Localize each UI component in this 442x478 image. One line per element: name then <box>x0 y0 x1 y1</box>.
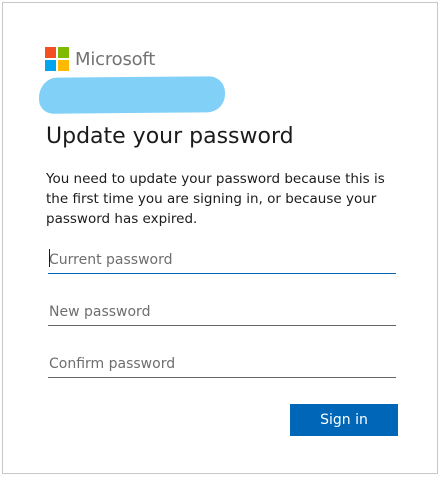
password-update-card: Microsoft Update your password You need … <box>2 2 438 474</box>
current-password-field[interactable] <box>48 246 396 274</box>
text-caret <box>49 249 50 267</box>
new-password-field[interactable] <box>48 298 396 326</box>
logo-square-red <box>45 47 56 58</box>
brand-name: Microsoft <box>75 48 156 70</box>
logo-square-green <box>58 47 69 58</box>
logo-square-yellow <box>58 60 69 71</box>
logo-square-blue <box>45 60 56 71</box>
redacted-account-name <box>38 76 226 114</box>
instruction-text: You need to update your password because… <box>46 171 385 227</box>
sign-in-button[interactable]: Sign in <box>290 404 398 436</box>
page-title: Update your password <box>46 124 294 149</box>
confirm-password-field[interactable] <box>48 350 396 378</box>
microsoft-logo-icon <box>45 47 69 71</box>
microsoft-logo: Microsoft <box>45 47 155 71</box>
